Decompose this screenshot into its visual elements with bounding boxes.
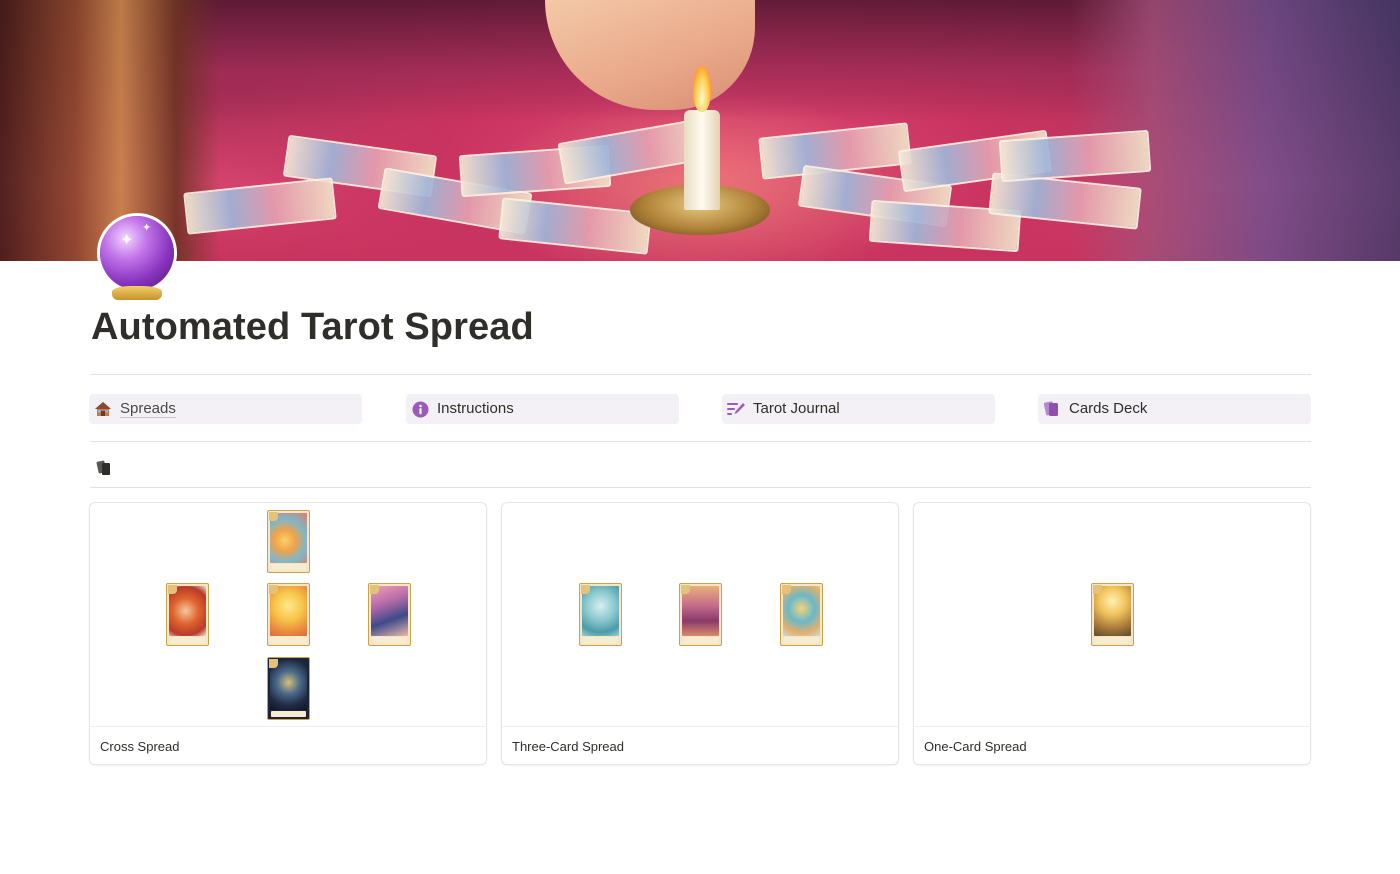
tarot-card-the-fool <box>267 583 310 646</box>
tarot-card-the-devil <box>267 657 310 720</box>
card-preview <box>90 503 486 726</box>
nav-item-spreads[interactable]: Spreads <box>89 394 362 424</box>
sparkle-icon: ✦ <box>142 221 152 234</box>
cover-image <box>0 0 1400 261</box>
card-title: One-Card Spread <box>914 726 1310 764</box>
sparkle-icon: ✦ <box>120 230 134 249</box>
tarot-card-the-hermit <box>579 583 622 646</box>
card-title: Cross Spread <box>90 726 486 764</box>
nav-label: Cards Deck <box>1069 400 1148 417</box>
house-icon <box>93 399 113 419</box>
tarot-card-strength <box>166 583 209 646</box>
list-edit-icon <box>726 399 746 419</box>
crystal-ball-stand <box>112 286 162 300</box>
nav-label: Spreads <box>120 400 176 417</box>
nav-item-instructions[interactable]: Instructions <box>406 394 679 424</box>
divider <box>90 441 1311 442</box>
card-title: Three-Card Spread <box>502 726 898 764</box>
gallery-card-cross-spread[interactable]: Cross Spread <box>89 502 487 765</box>
tarot-card-the-magician <box>1091 583 1134 646</box>
nav-label: Tarot Journal <box>753 400 840 417</box>
cover-tarot-card <box>498 197 652 255</box>
tarot-card-the-sun <box>267 510 310 573</box>
card-preview <box>502 503 898 726</box>
tarot-card-death <box>368 583 411 646</box>
crystal-ball-sphere <box>100 216 174 290</box>
nav-item-cards-deck[interactable]: Cards Deck <box>1038 394 1311 424</box>
divider <box>90 374 1311 375</box>
cards-icon[interactable] <box>96 459 114 477</box>
info-circle-icon <box>410 399 430 419</box>
cover-candle-flame <box>693 66 711 112</box>
cover-candle <box>684 110 720 210</box>
nav-item-tarot-journal[interactable]: Tarot Journal <box>722 394 995 424</box>
card-preview <box>914 503 1310 726</box>
crystal-ball-icon[interactable]: ✦ ✦ <box>98 214 176 302</box>
tarot-card-the-chariot <box>780 583 823 646</box>
divider <box>90 487 1311 488</box>
cards-icon <box>1042 399 1062 419</box>
page-title: Automated Tarot Spread <box>91 306 534 348</box>
tarot-card-justice <box>679 583 722 646</box>
gallery-card-three-card-spread[interactable]: Three-Card Spread <box>501 502 899 765</box>
gallery-card-one-card-spread[interactable]: One-Card Spread <box>913 502 1311 765</box>
nav-label: Instructions <box>437 400 514 417</box>
